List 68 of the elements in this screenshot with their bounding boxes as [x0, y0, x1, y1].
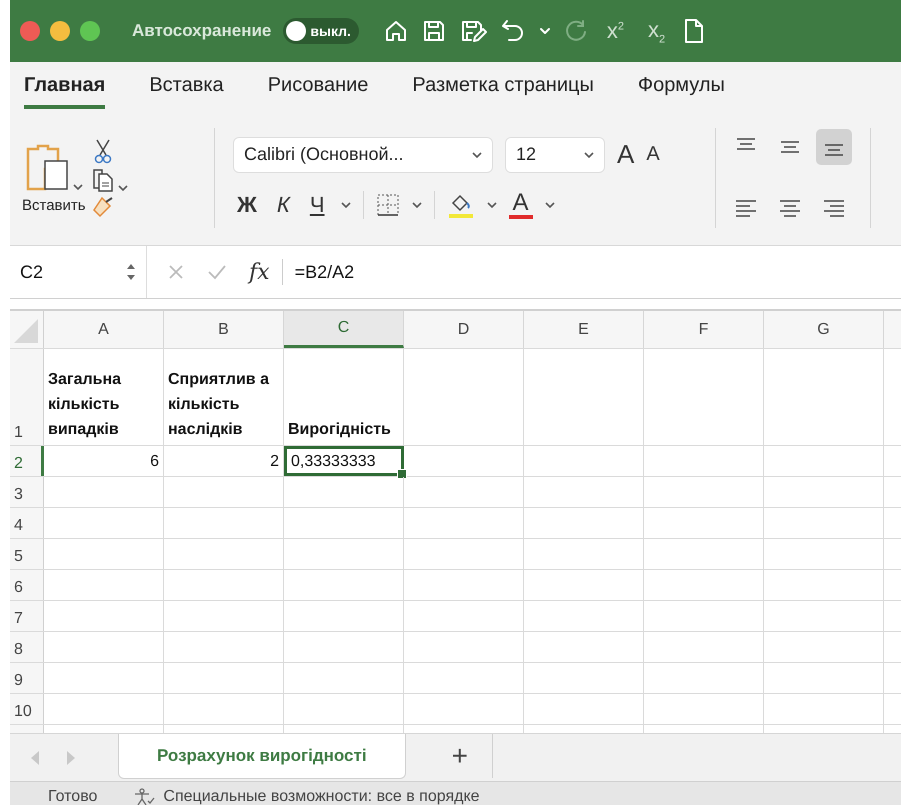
name-box[interactable]: C2	[10, 262, 146, 282]
column-header[interactable]: A	[44, 311, 164, 348]
row-header[interactable]: 2	[10, 446, 44, 476]
subscript-button[interactable]: x$_{2}$	[642, 16, 672, 46]
autosave-toggle[interactable]: выкл.	[283, 18, 359, 44]
row-header[interactable]: 4	[10, 508, 44, 538]
stepper-icon	[126, 262, 136, 282]
caret-icon[interactable]	[340, 200, 351, 208]
bold-button[interactable]: Ж	[233, 192, 261, 218]
row-header[interactable]: 8	[10, 632, 44, 662]
grow-font-button[interactable]: A	[617, 139, 634, 170]
column-header[interactable]: E	[524, 311, 644, 348]
caret-icon	[584, 150, 594, 158]
row-header[interactable]: 9	[10, 663, 44, 693]
caret-icon	[472, 150, 482, 158]
autosave-label: Автосохранение	[132, 21, 272, 41]
borders-icon[interactable]	[376, 192, 400, 216]
font-name-dropdown[interactable]: Calibri (Основной...	[233, 136, 493, 172]
column-header[interactable]: D	[404, 311, 524, 348]
row-header[interactable]: 3	[10, 477, 44, 507]
zoom-button[interactable]	[80, 21, 100, 41]
ribbon-tab[interactable]: Формулы	[638, 64, 725, 108]
font-size-dropdown[interactable]: 12	[505, 136, 605, 172]
caret-icon[interactable]	[544, 200, 555, 208]
sheet-tab[interactable]: Розрахунок вирогідності	[118, 734, 406, 779]
column-header[interactable]: F	[644, 311, 764, 348]
caret-icon[interactable]	[486, 200, 497, 208]
insert-function-button[interactable]: fx	[249, 260, 270, 284]
close-button[interactable]	[20, 21, 40, 41]
status-text: Готово	[48, 788, 98, 805]
accessibility-icon	[133, 788, 156, 805]
underline-button[interactable]: Ч	[306, 192, 329, 218]
row-header[interactable]: 10	[10, 694, 44, 724]
align-bottom-icon[interactable]	[816, 128, 852, 164]
font-color-button[interactable]: A	[508, 190, 533, 218]
minimize-button[interactable]	[50, 21, 70, 41]
fill-handle[interactable]	[397, 469, 407, 479]
accessibility-status: Специальные возможности: все в порядке	[163, 788, 480, 805]
column-header[interactable]: C	[284, 311, 404, 348]
table-cell[interactable]: Вирогідність	[284, 349, 404, 445]
row-header[interactable]: 6	[10, 570, 44, 600]
row-header[interactable]: 7	[10, 601, 44, 631]
cancel-icon[interactable]	[167, 263, 185, 281]
ribbon-tab[interactable]: Вставка	[149, 64, 224, 108]
table-cell[interactable]: Загальна кількість випадків	[44, 349, 164, 445]
ribbon-tab[interactable]: Разметка страницы	[412, 64, 594, 108]
caret-icon[interactable]	[538, 26, 551, 36]
column-header[interactable]: G	[764, 311, 884, 348]
shrink-font-button[interactable]: A	[646, 143, 660, 166]
add-sheet-button[interactable]: +	[428, 734, 493, 778]
table-cell[interactable]: Сприятлив а кількість наслідків	[164, 349, 284, 445]
row-header[interactable]	[10, 725, 44, 733]
caret-icon[interactable]	[118, 184, 128, 192]
paste-button[interactable]: Вставить	[22, 197, 86, 214]
document-icon[interactable]	[683, 18, 706, 44]
caret-icon[interactable]	[72, 183, 83, 191]
enter-icon[interactable]	[207, 263, 227, 281]
copy-icon[interactable]	[92, 168, 114, 192]
row-header[interactable]: 1	[10, 349, 44, 445]
italic-button[interactable]: К	[272, 192, 294, 218]
superscript-button[interactable]: x$^{2}$	[600, 18, 630, 44]
caret-icon[interactable]	[412, 200, 422, 208]
table-cell[interactable]: 2	[164, 446, 284, 476]
table-cell[interactable]: 0,33333333	[284, 446, 404, 476]
ribbon-tab[interactable]: Рисование	[268, 64, 368, 108]
formula-field[interactable]: =B2/A2	[294, 262, 354, 282]
row-header[interactable]: 5	[10, 539, 44, 569]
table-cell[interactable]: 6	[44, 446, 164, 476]
